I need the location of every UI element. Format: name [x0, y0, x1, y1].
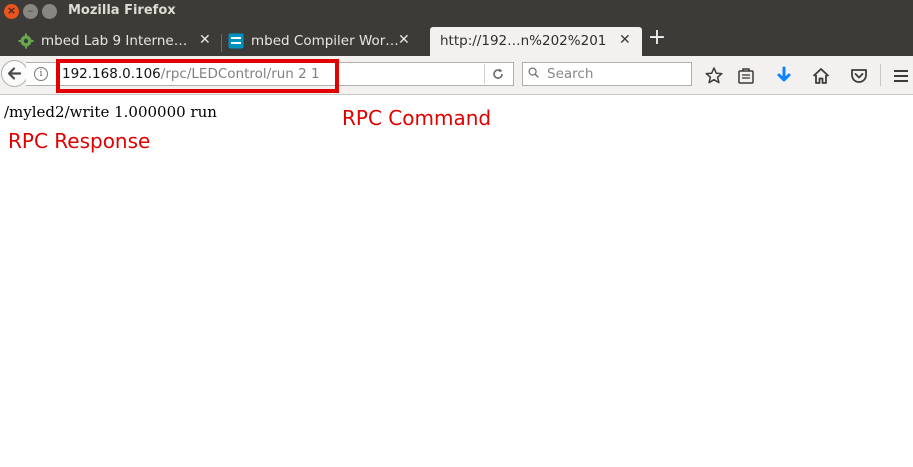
bookmarks-menu-icon[interactable]: [736, 66, 756, 86]
hamburger-menu-icon[interactable]: [891, 66, 911, 86]
tab-close-icon[interactable]: ✕: [199, 32, 211, 48]
back-arrow-icon: [7, 67, 22, 80]
arm-mbed-favicon-icon: [228, 33, 244, 49]
window-title: Mozilla Firefox: [68, 3, 176, 18]
rpc-response-text: /myled2/write 1.000000 run: [4, 103, 217, 121]
window-close-button[interactable]: ×: [4, 4, 19, 19]
rpc-command-annotation: RPC Command: [342, 106, 492, 130]
tab-close-icon[interactable]: ✕: [619, 32, 631, 48]
site-info-icon[interactable]: i: [34, 67, 48, 81]
search-icon: [528, 67, 539, 78]
gear-favicon-icon: [18, 33, 34, 49]
tab-label: mbed Compiler Wor…: [251, 33, 399, 49]
search-placeholder: Search: [547, 66, 594, 82]
reload-button[interactable]: [484, 64, 511, 84]
downloads-icon[interactable]: [774, 66, 794, 86]
tab-label: http://192…n%202%201: [440, 33, 607, 49]
rpc-response-annotation: RPC Response: [8, 129, 151, 153]
tab-close-icon[interactable]: ✕: [398, 32, 410, 48]
home-icon[interactable]: [811, 66, 831, 86]
pocket-icon[interactable]: [849, 66, 869, 86]
window-maximize-button[interactable]: [42, 4, 57, 19]
rpc-command-highlight-box: [56, 59, 339, 93]
tab-label: mbed Lab 9 Interne…: [41, 33, 188, 49]
tab-mbed-compiler[interactable]: mbed Compiler Wor… ✕: [224, 27, 417, 56]
back-button[interactable]: [1, 60, 28, 87]
window-titlebar: × – Mozilla Firefox: [0, 0, 913, 24]
window-minimize-button[interactable]: –: [23, 4, 38, 19]
tab-mbed-lab[interactable]: mbed Lab 9 Interne… ✕: [14, 27, 219, 56]
search-box[interactable]: Search: [522, 62, 692, 86]
tab-divider: [221, 34, 222, 52]
tab-active-rpc[interactable]: http://192…n%202%201 ✕: [430, 27, 642, 56]
new-tab-button[interactable]: +: [647, 26, 667, 50]
reload-icon: [493, 68, 503, 79]
bookmark-star-icon[interactable]: [704, 66, 724, 86]
toolbar-divider: [880, 64, 881, 86]
